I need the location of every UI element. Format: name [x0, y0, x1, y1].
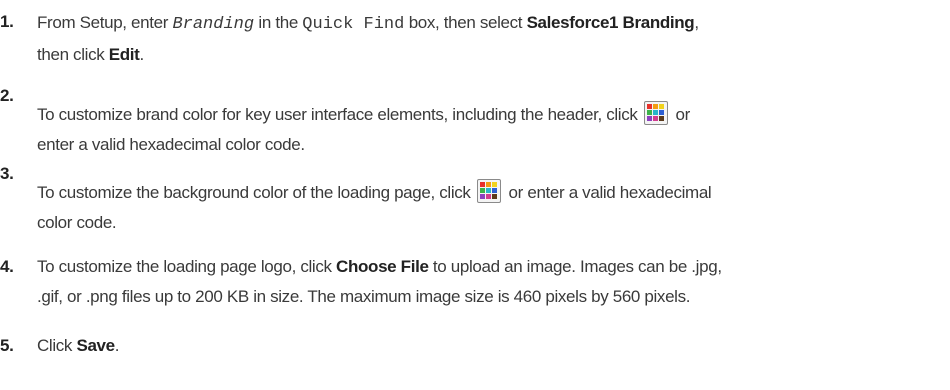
- color-swatch: [485, 188, 491, 193]
- swatch-grid: [646, 104, 664, 121]
- step-number: 3.: [0, 164, 14, 183]
- step-text: From Setup, enter Branding in the Quick …: [37, 13, 699, 64]
- color-swatch: [658, 110, 664, 115]
- color-swatch: [658, 116, 664, 121]
- bold-edit: Edit: [108, 45, 140, 64]
- color-swatch: [646, 116, 652, 121]
- color-swatch: [491, 194, 497, 199]
- color-swatch: [479, 188, 485, 193]
- code-branding: Branding: [172, 15, 255, 34]
- step-text: To customize brand color for key user in…: [37, 100, 950, 160]
- instruction-steps: 1. From Setup, enter Branding in the Qui…: [0, 0, 950, 390]
- step-text: To customize the loading page logo, clic…: [37, 257, 722, 306]
- step-text: Click Save.: [37, 336, 120, 355]
- step-number: 5.: [0, 336, 14, 355]
- color-swatch: [485, 182, 491, 187]
- color-swatch: [491, 182, 497, 187]
- color-swatch: [479, 194, 485, 199]
- color-swatch: [479, 182, 485, 187]
- bold-salesforce1-branding: Salesforce1 Branding: [526, 13, 695, 32]
- bold-save: Save: [76, 336, 115, 355]
- color-picker-icon[interactable]: [643, 101, 668, 125]
- color-swatch: [491, 188, 497, 193]
- color-swatch: [652, 110, 658, 115]
- swatch-grid: [479, 182, 497, 199]
- step-number: 1.: [0, 12, 14, 31]
- step-number: 2.: [0, 86, 14, 105]
- step-text: To customize the background color of the…: [37, 178, 950, 238]
- color-swatch: [652, 116, 658, 121]
- color-swatch: [658, 104, 664, 109]
- color-swatch: [652, 104, 658, 109]
- step-number: 4.: [0, 257, 14, 276]
- code-quick-find: Quick Find: [302, 15, 405, 34]
- bold-choose-file: Choose File: [336, 257, 429, 276]
- color-swatch: [485, 194, 491, 199]
- color-picker-icon[interactable]: [476, 179, 501, 203]
- color-swatch: [646, 104, 652, 109]
- color-swatch: [646, 110, 652, 115]
